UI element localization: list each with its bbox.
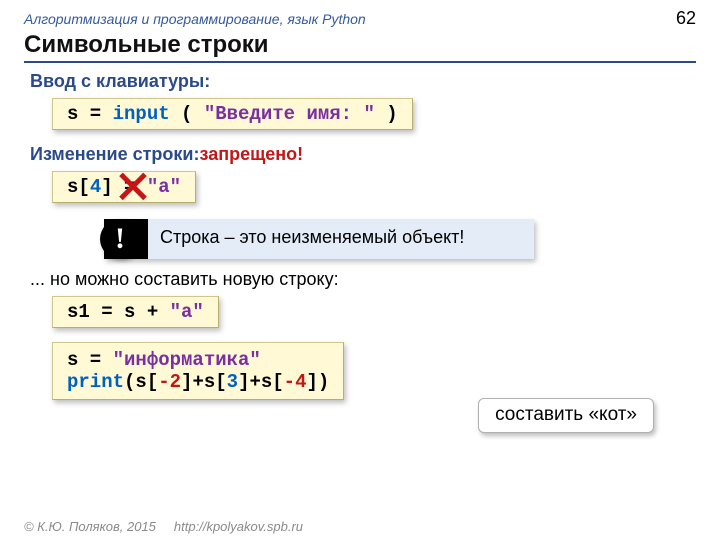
code-slice-box: s = "информатика" print(s[-2]+s[3]+s[-4]… [52, 342, 344, 400]
header-top: Алгоритмизация и программирование, язык … [24, 8, 696, 29]
info-text: Строка – это неизменяемый объект! [148, 219, 534, 259]
section-newstring-label: ... но можно составить новую строку: [30, 269, 696, 290]
course-label: Алгоритмизация и программирование, язык … [24, 11, 366, 27]
footer-url: http://kpolyakov.spb.ru [174, 519, 303, 534]
copyright: © К.Ю. Поляков, 2015 [24, 519, 156, 534]
info-callout: ! Строка – это неизменяемый объект! [104, 219, 534, 259]
code-concat: s1 = s + "a" [67, 301, 204, 323]
code-slice: s = "информатика" print(s[-2]+s[3]+s[-4]… [67, 349, 329, 393]
code-input-box: s = input ( "Введите имя: " ) [52, 98, 413, 130]
page-number: 62 [676, 8, 696, 29]
page-title: Символьные строки [24, 31, 696, 63]
code-mutate: s[4] = "a" [67, 176, 181, 198]
exclamation-icon: ! [104, 219, 148, 259]
code-input: s = input ( "Введите имя: " ) [67, 103, 398, 125]
footer: © К.Ю. Поляков, 2015 http://kpolyakov.sp… [0, 519, 720, 540]
section-mutate-label: Изменение строки:запрещено! [30, 144, 696, 165]
code-concat-box: s1 = s + "a" [52, 296, 219, 328]
compose-callout: составить «кот» [478, 398, 654, 433]
section-input-label: Ввод с клавиатуры: [30, 71, 696, 92]
code-mutate-box: s[4] = "a" [52, 171, 196, 203]
